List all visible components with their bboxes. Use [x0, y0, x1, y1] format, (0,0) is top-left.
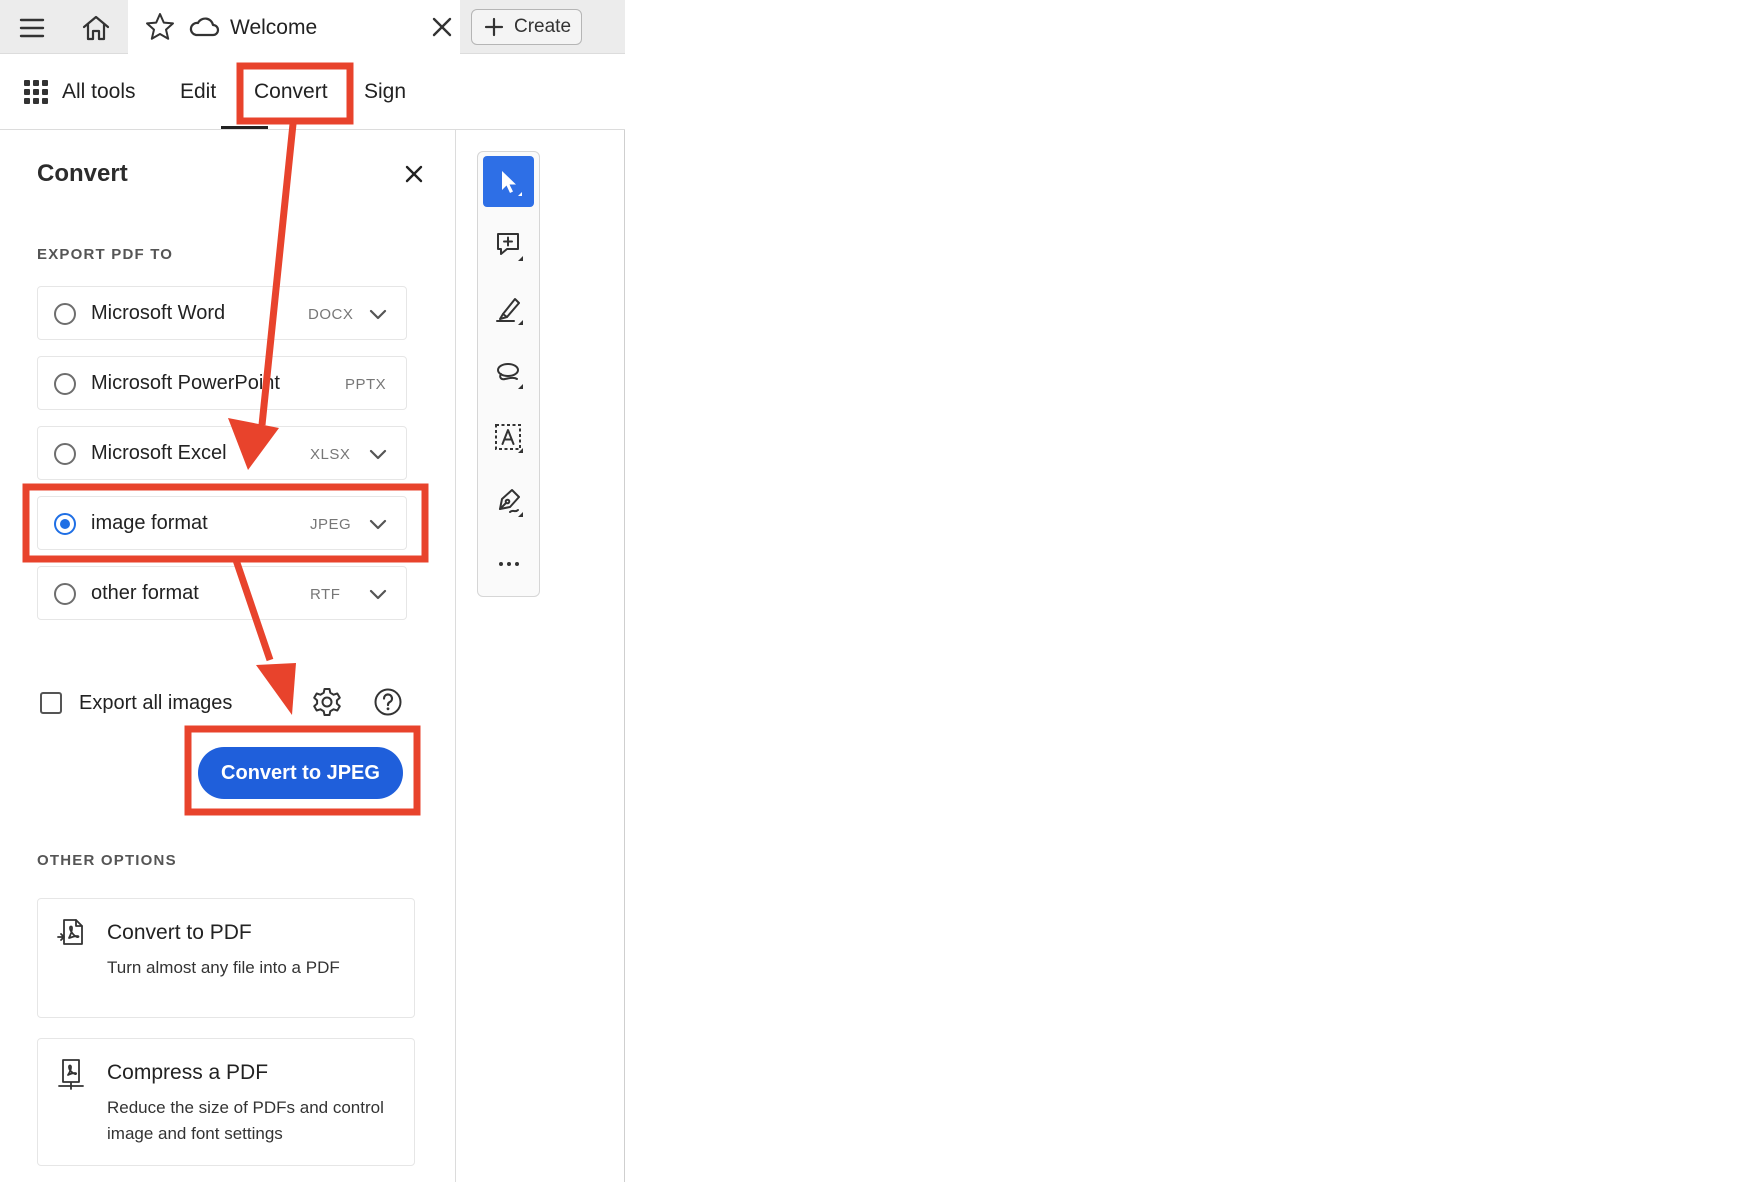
menu-edit[interactable]: Edit	[180, 80, 216, 104]
all-tools-grid-icon[interactable]	[24, 80, 48, 104]
add-comment-button[interactable]	[483, 220, 534, 271]
option-name: other format	[91, 582, 199, 604]
document-tab[interactable]: Welcome	[128, 0, 460, 54]
radio-button[interactable]	[54, 303, 76, 325]
draw-lasso-icon	[496, 362, 523, 389]
convert-to-pdf-icon	[57, 919, 83, 945]
create-button-label: Create	[514, 16, 572, 37]
option-name: Microsoft PowerPoint	[91, 372, 280, 394]
select-cursor-icon	[501, 170, 522, 196]
panel-title: Convert	[37, 160, 128, 187]
option-other-format[interactable]: other format RTF	[37, 566, 407, 620]
card-title: Convert to PDF	[107, 921, 252, 944]
draw-button[interactable]	[483, 348, 534, 399]
add-comment-icon	[496, 232, 523, 261]
compress-pdf-icon	[58, 1059, 84, 1090]
more-icon	[498, 561, 519, 566]
tab-strip: Welcome Create	[0, 0, 625, 54]
tools-menubar: All tools Edit Convert Sign	[0, 54, 625, 130]
format-badge: XLSX	[310, 446, 351, 463]
home-icon[interactable]	[78, 10, 114, 46]
chevron-down-icon[interactable]	[368, 514, 388, 534]
format-badge: RTF	[310, 586, 341, 603]
menu-all-tools[interactable]: All tools	[62, 80, 136, 104]
quick-tools-toolbar	[477, 151, 540, 597]
hamburger-icon[interactable]	[14, 10, 50, 46]
sign-button[interactable]	[483, 476, 534, 527]
menu-convert[interactable]: Convert	[254, 80, 328, 104]
option-microsoft-powerpoint[interactable]: Microsoft PowerPoint PPTX	[37, 356, 407, 410]
option-microsoft-word[interactable]: Microsoft Word DOCX	[37, 286, 407, 340]
more-tools-button[interactable]	[483, 538, 534, 589]
convert-panel: Convert EXPORT PDF TO Microsoft Word DOC…	[0, 130, 456, 1182]
radio-button[interactable]	[54, 443, 76, 465]
cloud-icon	[186, 9, 222, 45]
format-badge: JPEG	[310, 516, 352, 533]
help-icon[interactable]	[373, 687, 403, 717]
plus-icon	[484, 17, 504, 37]
select-text-icon	[494, 423, 523, 453]
option-microsoft-excel[interactable]: Microsoft Excel XLSX	[37, 426, 407, 480]
select-tool-button[interactable]	[483, 156, 534, 207]
radio-button[interactable]	[54, 373, 76, 395]
gear-icon[interactable]	[311, 686, 343, 718]
compress-pdf-card[interactable]: Compress a PDF Reduce the size of PDFs a…	[37, 1038, 415, 1166]
active-menu-underline	[221, 126, 268, 129]
radio-button-selected[interactable]	[54, 513, 76, 535]
create-button[interactable]: Create	[471, 9, 582, 45]
option-name: Microsoft Word	[91, 302, 226, 324]
acrobat-window: Welcome Create All tools Edit Convert Si…	[0, 0, 625, 1182]
text-select-button[interactable]	[483, 412, 534, 463]
other-options-label: OTHER OPTIONS	[37, 852, 177, 869]
export-all-images-label: Export all images	[79, 691, 233, 714]
option-image-format[interactable]: image format JPEG	[37, 496, 407, 550]
radio-button[interactable]	[54, 583, 76, 605]
convert-to-jpeg-button[interactable]: Convert to JPEG	[198, 747, 403, 799]
export-pdf-to-label: EXPORT PDF TO	[37, 246, 174, 263]
chevron-down-icon[interactable]	[368, 584, 388, 604]
convert-to-pdf-card[interactable]: Convert to PDF Turn almost any file into…	[37, 898, 415, 1018]
card-title: Compress a PDF	[107, 1061, 269, 1084]
menu-sign[interactable]: Sign	[364, 80, 406, 104]
highlight-button[interactable]	[483, 284, 534, 335]
option-name: Microsoft Excel	[91, 442, 227, 464]
highlight-pen-icon	[495, 297, 523, 325]
option-name: image format	[91, 512, 208, 534]
chevron-down-icon[interactable]	[368, 304, 388, 324]
chevron-down-icon[interactable]	[368, 444, 388, 464]
star-icon[interactable]	[142, 9, 178, 45]
sign-pen-icon	[498, 488, 523, 517]
format-badge: PPTX	[345, 376, 387, 393]
export-all-images-checkbox[interactable]	[40, 692, 62, 714]
card-description: Reduce the size of PDFs and control imag…	[107, 1098, 384, 1143]
card-description: Turn almost any file into a PDF	[107, 958, 340, 977]
close-icon[interactable]	[424, 9, 460, 45]
export-all-images-row: Export all images	[40, 688, 232, 718]
panel-close-icon[interactable]	[400, 160, 428, 188]
format-badge: DOCX	[308, 306, 354, 323]
document-tab-title: Welcome	[230, 16, 318, 39]
